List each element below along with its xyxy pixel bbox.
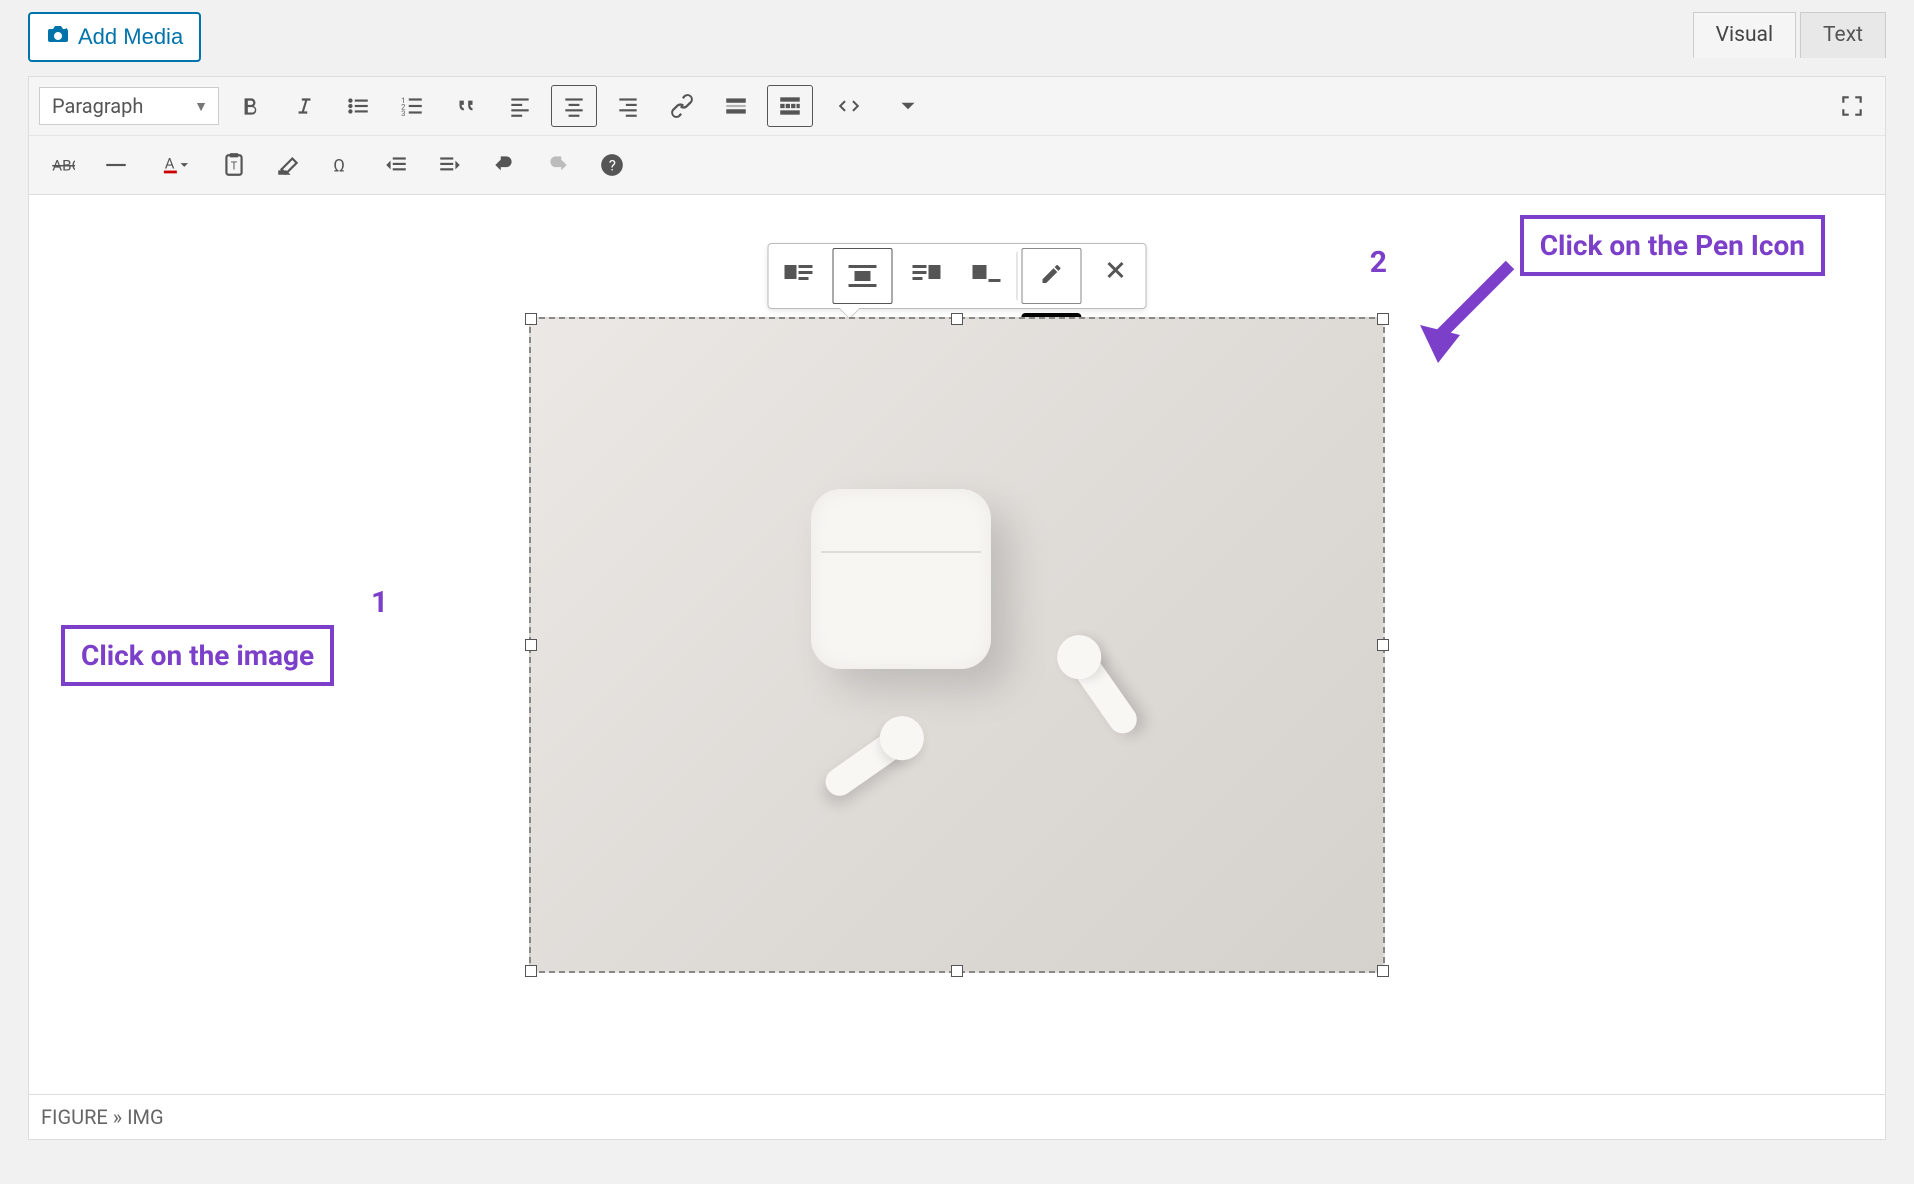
toolbar-separator: [1017, 252, 1018, 300]
toolbar-toggle-button[interactable]: [767, 85, 813, 127]
toolbar-row-1: Paragraph 123: [29, 77, 1885, 136]
resize-handle-mid-left[interactable]: [525, 639, 537, 651]
align-none-image-button[interactable]: [957, 244, 1017, 300]
read-more-button[interactable]: [713, 85, 759, 127]
outdent-button[interactable]: [373, 144, 419, 186]
distraction-free-button[interactable]: [1829, 85, 1875, 127]
airpods-case-illustration: [811, 489, 991, 669]
resize-handle-top-mid[interactable]: [951, 313, 963, 325]
close-icon: [1104, 258, 1128, 286]
align-left-image-button[interactable]: [769, 244, 829, 300]
align-center-button[interactable]: [551, 85, 597, 127]
italic-button[interactable]: [281, 85, 327, 127]
svg-text:3: 3: [401, 109, 405, 118]
align-center-image-button[interactable]: [833, 248, 893, 304]
edit-image-button[interactable]: Edit: [1022, 248, 1082, 304]
numbered-list-button[interactable]: 123: [389, 85, 435, 127]
toolbar: Paragraph 123 ABC A T Ω: [28, 76, 1886, 195]
svg-text:T: T: [231, 159, 238, 172]
bold-button[interactable]: [227, 85, 273, 127]
resize-handle-top-right[interactable]: [1377, 313, 1389, 325]
code-button[interactable]: [821, 85, 877, 127]
image-floating-toolbar: Edit: [768, 243, 1147, 309]
clear-formatting-button[interactable]: [265, 144, 311, 186]
svg-text:A: A: [165, 155, 175, 173]
tab-visual[interactable]: Visual: [1693, 12, 1796, 58]
special-character-button[interactable]: Ω: [319, 144, 365, 186]
annotation-2-label: Click on the Pen Icon: [1520, 215, 1825, 276]
image-placeholder: [531, 319, 1383, 971]
redo-button[interactable]: [535, 144, 581, 186]
horizontal-rule-button[interactable]: [93, 144, 139, 186]
align-right-image-button[interactable]: [897, 244, 957, 300]
resize-handle-top-left[interactable]: [525, 313, 537, 325]
svg-text:Ω: Ω: [333, 157, 345, 177]
bulleted-list-button[interactable]: [335, 85, 381, 127]
add-media-button[interactable]: Add Media: [28, 12, 201, 62]
align-left-button[interactable]: [497, 85, 543, 127]
remove-image-button[interactable]: [1086, 244, 1146, 300]
pencil-icon: [1040, 262, 1064, 290]
resize-handle-bottom-left[interactable]: [525, 965, 537, 977]
arrow-down-left-icon: [1400, 255, 1520, 369]
annotation-1-number: 1: [371, 585, 388, 620]
resize-handle-mid-right[interactable]: [1377, 639, 1389, 651]
selected-image-wrap: Edit: [529, 317, 1385, 973]
annotation-step-2: Click on the Pen Icon 2: [1520, 215, 1825, 276]
text-color-button[interactable]: A: [147, 144, 203, 186]
editor-tabs: Visual Text: [1693, 12, 1886, 58]
undo-button[interactable]: [481, 144, 527, 186]
more-dropdown-button[interactable]: [885, 85, 931, 127]
svg-text:ABC: ABC: [52, 156, 75, 174]
align-right-button[interactable]: [605, 85, 651, 127]
link-button[interactable]: [659, 85, 705, 127]
resize-handle-bottom-mid[interactable]: [951, 965, 963, 977]
format-select[interactable]: Paragraph: [39, 87, 219, 125]
annotation-1-label: Click on the image: [61, 625, 334, 686]
format-select-label: Paragraph: [52, 94, 143, 118]
tab-text[interactable]: Text: [1800, 12, 1886, 58]
top-bar: Add Media Visual Text: [0, 0, 1914, 62]
toolbar-row-2: ABC A T Ω ?: [29, 136, 1885, 194]
selected-image[interactable]: [529, 317, 1385, 973]
annotation-step-1: Click on the image 1: [61, 625, 348, 686]
status-bar: FIGURE » IMG: [28, 1095, 1886, 1140]
editor-canvas[interactable]: Edit C: [28, 195, 1886, 1095]
svg-text:?: ?: [609, 156, 616, 174]
strikethrough-button[interactable]: ABC: [39, 144, 85, 186]
earbud-right-illustration: [1068, 649, 1143, 739]
add-media-label: Add Media: [78, 24, 183, 50]
camera-icon: [46, 22, 70, 52]
resize-handle-bottom-right[interactable]: [1377, 965, 1389, 977]
annotation-2-number: 2: [1370, 245, 1387, 280]
blockquote-button[interactable]: [443, 85, 489, 127]
earbud-left-illustration: [820, 726, 910, 801]
indent-button[interactable]: [427, 144, 473, 186]
help-button[interactable]: ?: [589, 144, 635, 186]
editor-wrap: Add Media Visual Text Paragraph 123: [0, 0, 1914, 1140]
paste-text-button[interactable]: T: [211, 144, 257, 186]
